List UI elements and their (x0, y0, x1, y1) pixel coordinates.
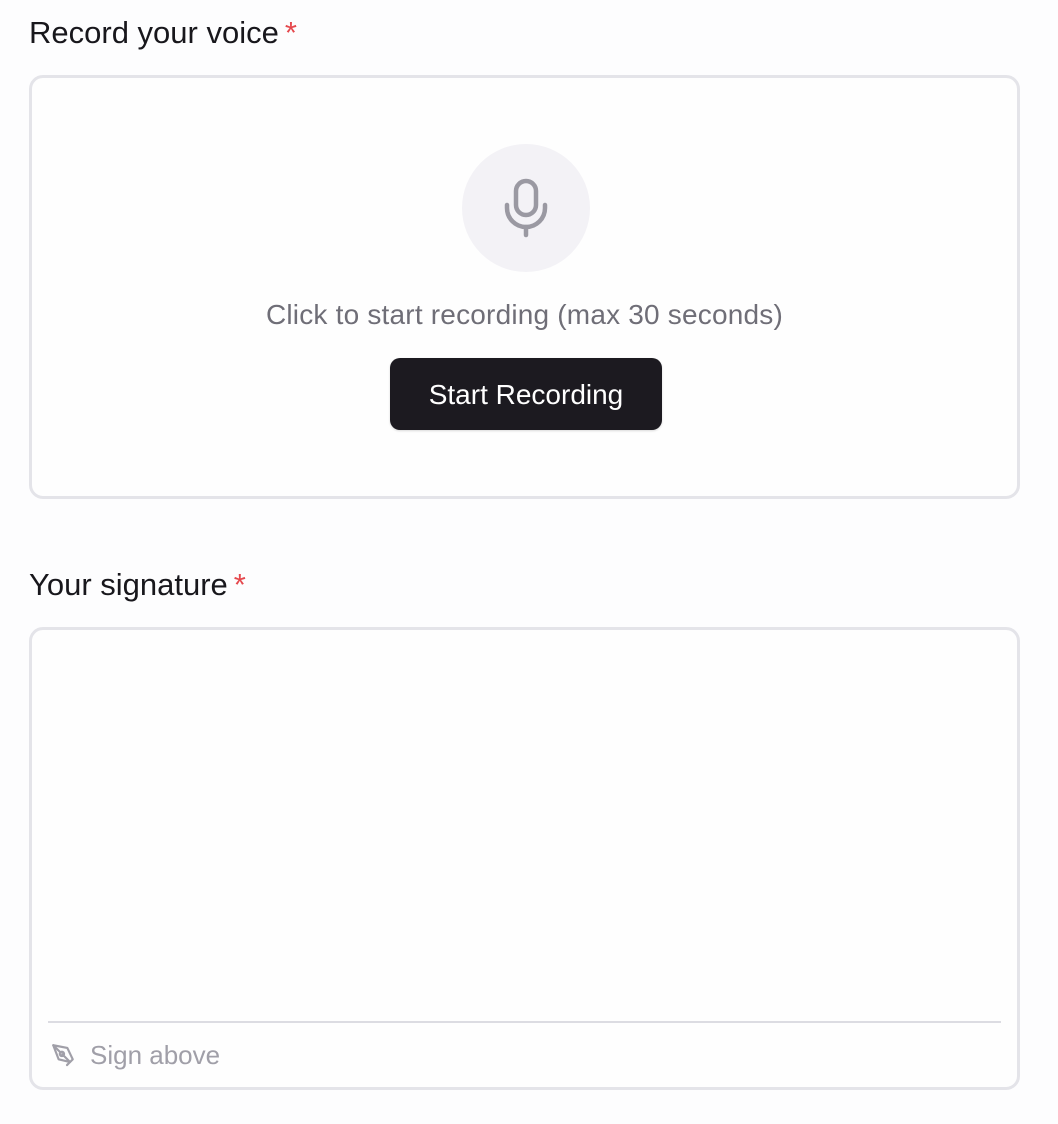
voice-field-label: Record your voice * (29, 15, 297, 51)
sign-above-hint: Sign above (90, 1040, 221, 1070)
microphone-icon (504, 178, 548, 238)
microphone-button[interactable] (462, 144, 590, 272)
recording-hint: Click to start recording (max 30 seconds… (265, 299, 784, 330)
required-asterisk: * (284, 15, 297, 50)
signature-field-label: Your signature * (29, 567, 246, 603)
signature-baseline (48, 1021, 1001, 1023)
start-recording-button[interactable]: Start Recording (390, 358, 662, 430)
signature-canvas[interactable] (48, 630, 1001, 1021)
signature-pad: Sign above (29, 627, 1020, 1090)
signature-footer: Sign above (50, 1037, 220, 1073)
signature-label-text: Your signature (29, 567, 228, 602)
voice-label-text: Record your voice (29, 15, 279, 50)
required-asterisk: * (233, 567, 246, 602)
voice-recorder-panel: Click to start recording (max 30 seconds… (29, 75, 1020, 499)
pen-tool-icon (52, 1044, 74, 1067)
